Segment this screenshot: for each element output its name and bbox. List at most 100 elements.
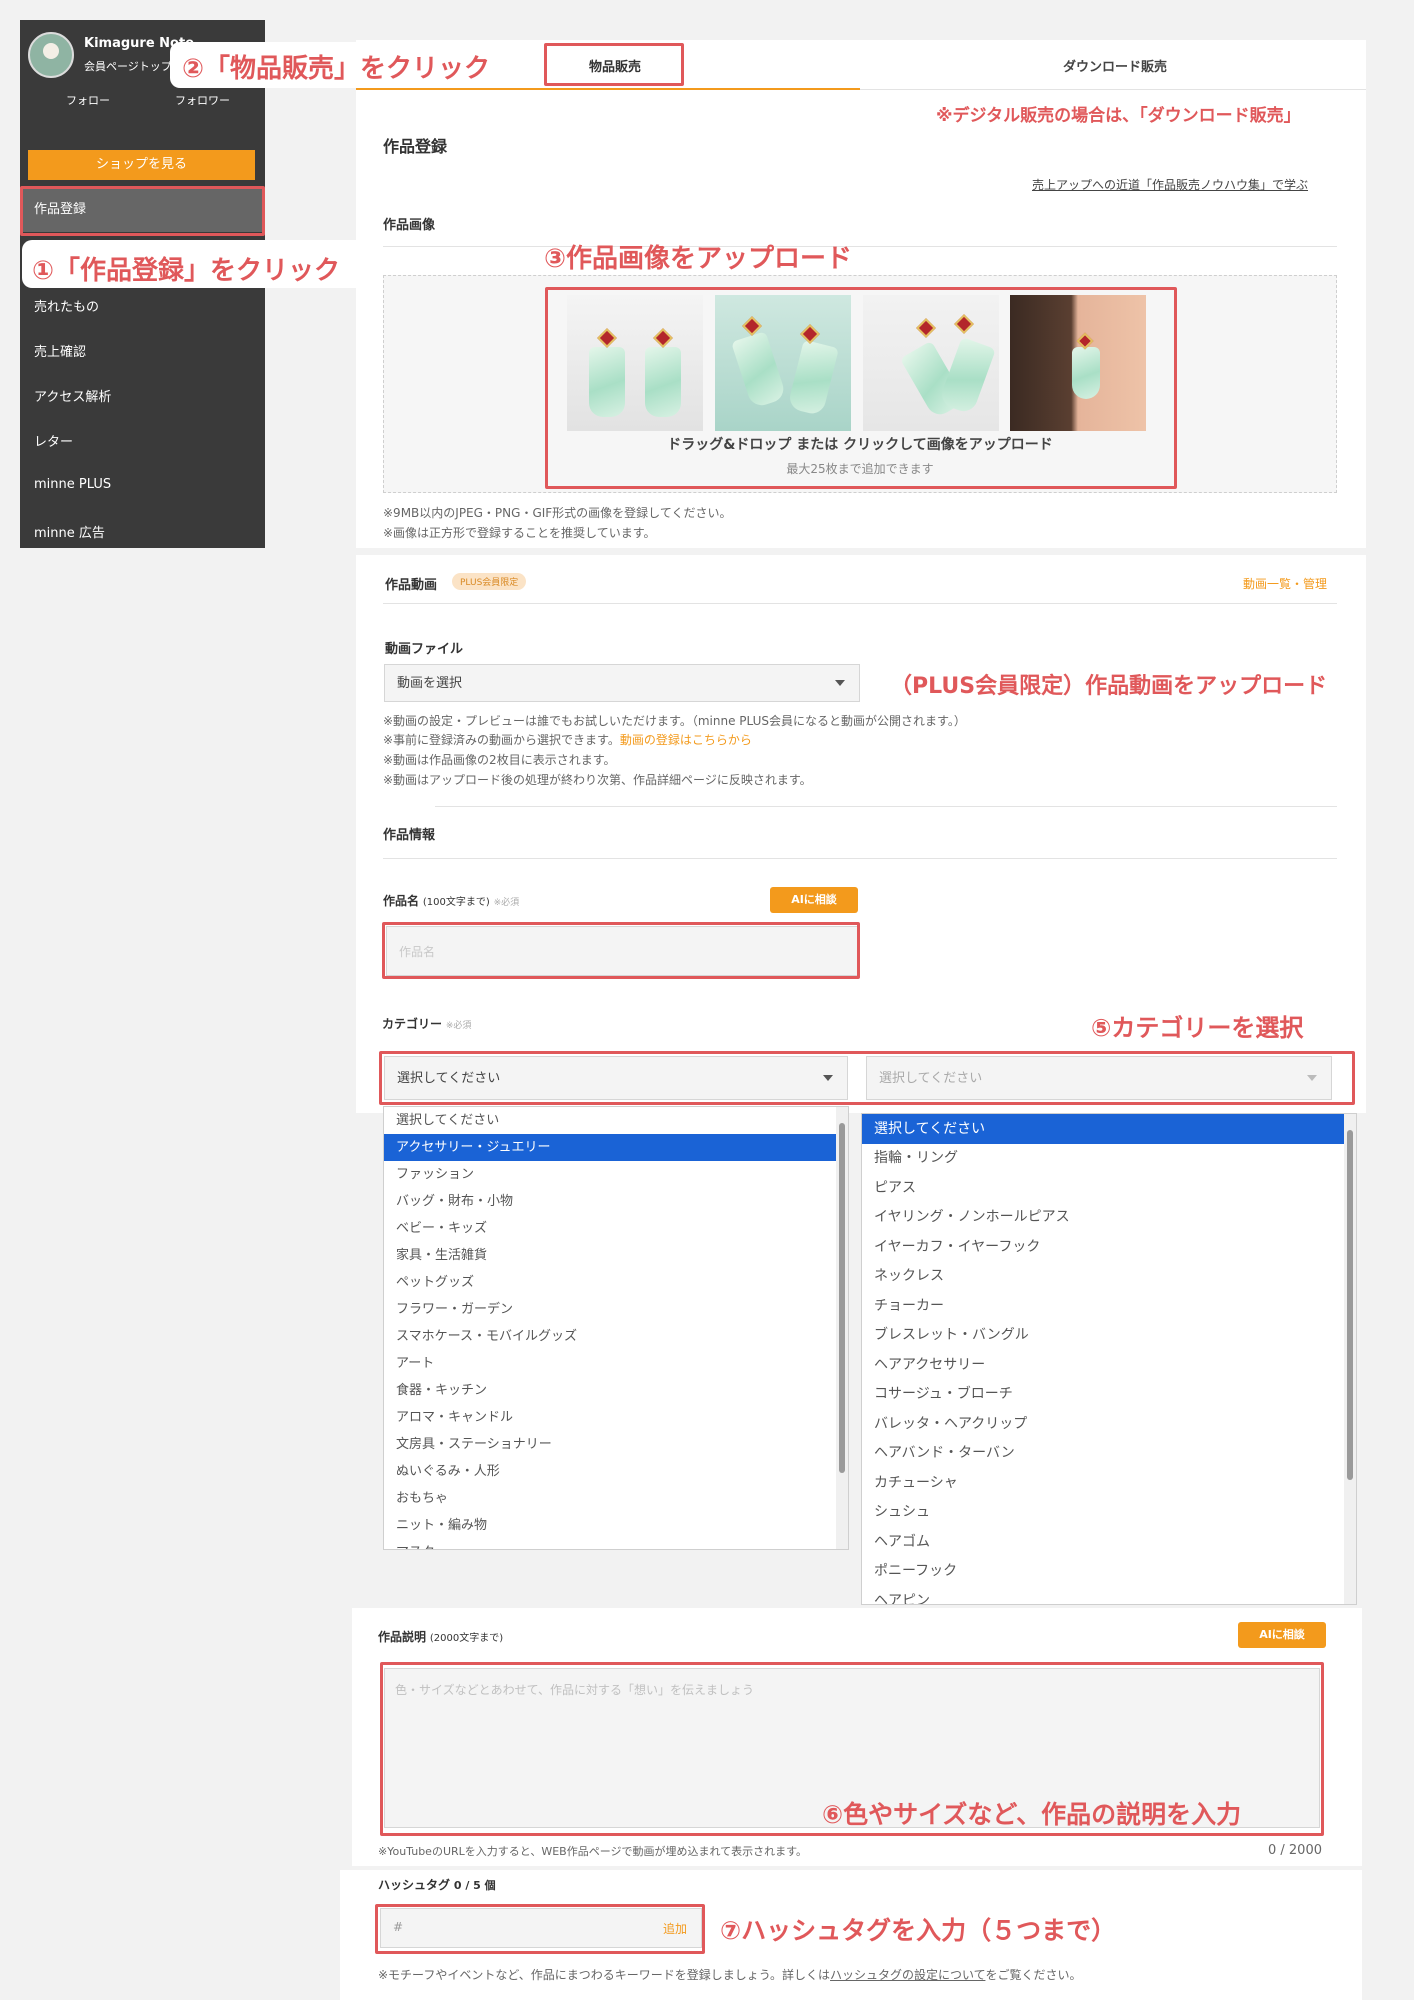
youtube-note: ※YouTubeのURLを入力すると、WEB作品ページで動画が埋め込まれて表示さ… [378, 1845, 808, 1858]
highlight-hashtag [375, 1904, 705, 1954]
sidebar-item-analytics[interactable]: アクセス解析 [34, 386, 111, 405]
sidebar-item-minne-ads[interactable]: minne 広告 [34, 522, 105, 541]
hashtag-help-link[interactable]: ハッシュタグの設定について [830, 1968, 985, 1982]
category-option[interactable]: 選択してください [384, 1107, 848, 1134]
page-title: 作品登録 [383, 137, 448, 156]
category-option[interactable]: 食器・キッチン [384, 1377, 848, 1404]
images-section-title: 作品画像 [383, 218, 436, 233]
annotation-step7: ⑦ハッシュタグを入力（５つまで） [720, 1916, 1117, 1945]
description-label: 作品説明 (2000文字まで) [378, 1630, 504, 1644]
category-option[interactable]: マスク [384, 1539, 848, 1549]
category-dropdown-1[interactable]: 選択してください アクセサリー・ジュエリー ファッション バッグ・財布・小物 ベ… [383, 1106, 849, 1550]
active-tab-underline [356, 88, 860, 90]
subcategory-option[interactable]: ヘアアクセサリー [862, 1351, 1356, 1381]
subcategory-option[interactable]: シュシュ [862, 1498, 1356, 1528]
divider [435, 806, 1337, 807]
annotation-plus-video: （PLUS会員限定）作品動画をアップロード [890, 674, 1328, 699]
category-option[interactable]: おもちゃ [384, 1485, 848, 1512]
description-counter: 0 / 2000 [1268, 1843, 1322, 1858]
video-section-title: 作品動画 [385, 578, 438, 593]
annotation-step6: ⑥色やサイズなど、作品の説明を入力 [822, 1800, 1242, 1829]
tab-download[interactable]: ダウンロード販売 [1040, 56, 1190, 75]
chevron-down-icon [835, 680, 845, 686]
category-label: カテゴリー ※必須 [382, 1017, 472, 1031]
subcategory-option[interactable]: イヤリング・ノンホールピアス [862, 1203, 1356, 1233]
divider [383, 246, 1337, 247]
annotation-digital-note: ※デジタル販売の場合は、「ダウンロード販売」 [936, 106, 1301, 126]
category-option[interactable]: バッグ・財布・小物 [384, 1188, 848, 1215]
category-option[interactable]: 文房具・ステーショナリー [384, 1431, 848, 1458]
category-option[interactable]: アート [384, 1350, 848, 1377]
category-option[interactable]: ニット・編み物 [384, 1512, 848, 1539]
subcategory-option[interactable]: コサージュ・ブローチ [862, 1380, 1356, 1410]
hashtag-label: ハッシュタグ 0 / 5 個 [378, 1878, 496, 1892]
category-option[interactable]: フラワー・ガーデン [384, 1296, 848, 1323]
info-section-title: 作品情報 [383, 828, 436, 843]
subcategory-option[interactable]: チョーカー [862, 1292, 1356, 1322]
highlight-name [382, 922, 860, 979]
video-note-2: ※事前に登録済みの動画から選択できます。動画の登録はこちらから [383, 733, 752, 747]
sidebar-item-minne-plus[interactable]: minne PLUS [34, 477, 111, 492]
scrollbar-thumb[interactable] [1347, 1130, 1353, 1480]
annotation-step1: ①「作品登録」をクリック [32, 256, 341, 286]
highlight-physical-tab [544, 43, 684, 86]
subcategory-option[interactable]: ネックレス [862, 1262, 1356, 1292]
subcategory-option[interactable]: ヘアピン [862, 1587, 1356, 1605]
video-note-3: ※動画は作品画像の2枚目に表示されます。 [383, 753, 616, 767]
annotation-step5: ⑤カテゴリーを選択 [1091, 1014, 1304, 1042]
description-ai-button[interactable]: AIに相談 [1238, 1622, 1326, 1648]
video-manage-link[interactable]: 動画一覧・管理 [1243, 575, 1327, 592]
highlight-category [379, 1051, 1355, 1105]
view-shop-button[interactable]: ショップを見る [28, 150, 255, 180]
scrollbar[interactable] [1344, 1114, 1356, 1604]
video-register-link[interactable]: 動画の登録はこちらから [620, 733, 752, 747]
category-option[interactable]: ベビー・キッズ [384, 1215, 848, 1242]
image-note-1: ※9MB以内のJPEG・PNG・GIF形式の画像を登録してください。 [383, 506, 732, 520]
subcategory-option[interactable]: ヘアゴム [862, 1528, 1356, 1558]
category-option[interactable]: ファッション [384, 1161, 848, 1188]
subcategory-option[interactable]: ヘアバンド・ターバン [862, 1439, 1356, 1469]
video-note-1: ※動画の設定・プレビューは誰でもお試しいただけます。（minne PLUS会員に… [383, 714, 966, 728]
subcategory-option[interactable]: バレッタ・ヘアクリップ [862, 1410, 1356, 1440]
subcategory-option[interactable]: ポニーフック [862, 1557, 1356, 1587]
divider [383, 603, 1337, 604]
follower-link[interactable]: フォロワー [175, 92, 230, 108]
member-top-link[interactable]: 会員ページトップ [84, 58, 172, 74]
avatar[interactable] [28, 32, 74, 78]
sidebar-item-letter[interactable]: レター [34, 431, 73, 450]
hashtag-note: ※モチーフやイベントなど、作品にまつわるキーワードを登録しましょう。詳しくはハッ… [378, 1968, 1082, 1982]
subcategory-option[interactable]: 指輪・リング [862, 1144, 1356, 1174]
plus-badge: PLUS会員限定 [452, 573, 527, 590]
annotation-step2: ②「物品販売」をクリック [182, 54, 491, 84]
divider [383, 858, 1337, 859]
scrollbar[interactable] [836, 1107, 848, 1549]
category-option-selected[interactable]: アクセサリー・ジュエリー [384, 1134, 848, 1161]
ai-consult-button[interactable]: AIに相談 [770, 887, 858, 913]
category-option[interactable]: アロマ・キャンドル [384, 1404, 848, 1431]
subcategory-option[interactable]: ピアス [862, 1174, 1356, 1204]
subcategory-option[interactable]: ブレスレット・バングル [862, 1321, 1356, 1351]
category-option[interactable]: スマホケース・モバイルグッズ [384, 1323, 848, 1350]
scrollbar-thumb[interactable] [839, 1123, 845, 1473]
video-select-value: 動画を選択 [397, 676, 463, 691]
follow-link[interactable]: フォロー [66, 92, 110, 108]
highlight-register [20, 186, 265, 236]
category-option[interactable]: 家具・生活雑貨 [384, 1242, 848, 1269]
category-dropdown-2[interactable]: 選択してください 指輪・リング ピアス イヤリング・ノンホールピアス イヤーカフ… [861, 1113, 1357, 1605]
annotation-step3: ③作品画像をアップロード [544, 244, 853, 274]
video-note-4: ※動画はアップロード後の処理が終わり次第、作品詳細ページに反映されます。 [383, 773, 812, 787]
video-select[interactable]: 動画を選択 [384, 664, 860, 702]
video-file-label: 動画ファイル [385, 642, 464, 657]
highlight-image-upload [545, 287, 1177, 489]
subcategory-option[interactable]: イヤーカフ・イヤーフック [862, 1233, 1356, 1263]
name-label: 作品名 (100文字まで) ※必須 [383, 894, 520, 908]
category-option[interactable]: ぬいぐるみ・人形 [384, 1458, 848, 1485]
subcategory-option[interactable]: カチューシャ [862, 1469, 1356, 1499]
know-how-link[interactable]: 売上アップへの近道「作品販売ノウハウ集」で学ぶ [1032, 176, 1308, 193]
subcategory-option-selected[interactable]: 選択してください [862, 1114, 1356, 1144]
sidebar-item-sold[interactable]: 売れたもの [34, 296, 99, 315]
category-option[interactable]: ペットグッズ [384, 1269, 848, 1296]
tab-divider [860, 89, 1366, 90]
image-note-2: ※画像は正方形で登録することを推奨しています。 [383, 526, 656, 540]
sidebar-item-sales[interactable]: 売上確認 [34, 341, 86, 360]
